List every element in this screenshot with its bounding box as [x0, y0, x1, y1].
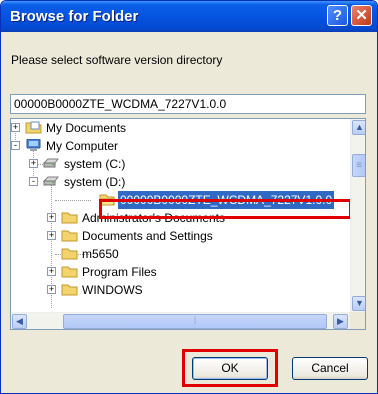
folder-tree[interactable]: + My Documents - My Computer + system (C… [10, 118, 366, 330]
help-button[interactable]: ? [327, 5, 348, 26]
folder-icon [61, 230, 78, 242]
close-button[interactable]: ✕ [351, 5, 372, 26]
tree-item-label: system (C:) [64, 157, 126, 171]
browse-for-folder-dialog: Browse for Folder ? ✕ Please select soft… [0, 0, 378, 394]
tree-item-label: system (D:) [64, 175, 126, 189]
folder-icon [61, 266, 78, 278]
prompt-text: Please select software version directory [11, 53, 223, 67]
grip-icon: ≡ [356, 160, 362, 171]
tree-item-label: WINDOWS [82, 283, 143, 297]
tree-item-label: Documents and Settings [82, 229, 213, 243]
expand-icon[interactable]: + [11, 123, 20, 132]
folder-path-field[interactable]: 00000B0000ZTE_WCDMA_7227V1.0.0 [10, 94, 366, 114]
expand-icon[interactable]: + [47, 285, 56, 294]
tree-line [55, 200, 91, 201]
folder-icon [61, 248, 78, 260]
selection-highlight-box [99, 199, 352, 219]
ok-button[interactable]: OK [192, 357, 268, 380]
horizontal-scroll-thumb[interactable]: ⁞ [63, 314, 327, 329]
window-title: Browse for Folder [10, 8, 139, 25]
horizontal-scrollbar[interactable]: ◀ ⁞ ▶ [11, 312, 350, 329]
folder-icon [61, 284, 78, 296]
folder-icon [61, 212, 78, 224]
close-icon: ✕ [355, 7, 368, 24]
computer-icon [26, 139, 41, 151]
arrow-up-icon: ▲ [355, 122, 364, 132]
arrow-right-icon: ▶ [337, 316, 344, 326]
drive-icon [43, 158, 59, 168]
tree-item-label: My Documents [46, 121, 127, 135]
arrow-left-icon: ◀ [16, 316, 23, 326]
help-icon: ? [332, 7, 343, 24]
vertical-scroll-thumb[interactable]: ≡ [352, 154, 365, 177]
grip-icon: ⁞ [193, 316, 197, 327]
title-bar[interactable]: Browse for Folder ? ✕ [1, 1, 377, 32]
scrollbar-corner [350, 312, 365, 329]
arrow-down-icon: ▼ [355, 298, 364, 308]
scroll-up-button[interactable]: ▲ [352, 120, 365, 135]
folder-documents-icon [25, 121, 42, 134]
expand-icon[interactable]: + [47, 267, 56, 276]
collapse-icon[interactable]: - [29, 177, 38, 186]
drive-icon [43, 176, 59, 186]
scroll-left-button[interactable]: ◀ [12, 314, 27, 329]
tree-item-label: Program Files [82, 265, 157, 279]
vertical-scrollbar[interactable]: ▲ ≡ ▼ [350, 119, 365, 312]
expand-icon[interactable]: + [47, 213, 56, 222]
scroll-down-button[interactable]: ▼ [352, 296, 365, 311]
cancel-button[interactable]: Cancel [292, 357, 368, 380]
tree-item-label: My Computer [46, 139, 119, 153]
tree-item-label: m5650 [82, 247, 119, 261]
collapse-icon[interactable]: - [11, 141, 20, 150]
expand-icon[interactable]: + [29, 159, 38, 168]
scroll-right-button[interactable]: ▶ [333, 314, 348, 329]
expand-icon[interactable]: + [47, 231, 56, 240]
